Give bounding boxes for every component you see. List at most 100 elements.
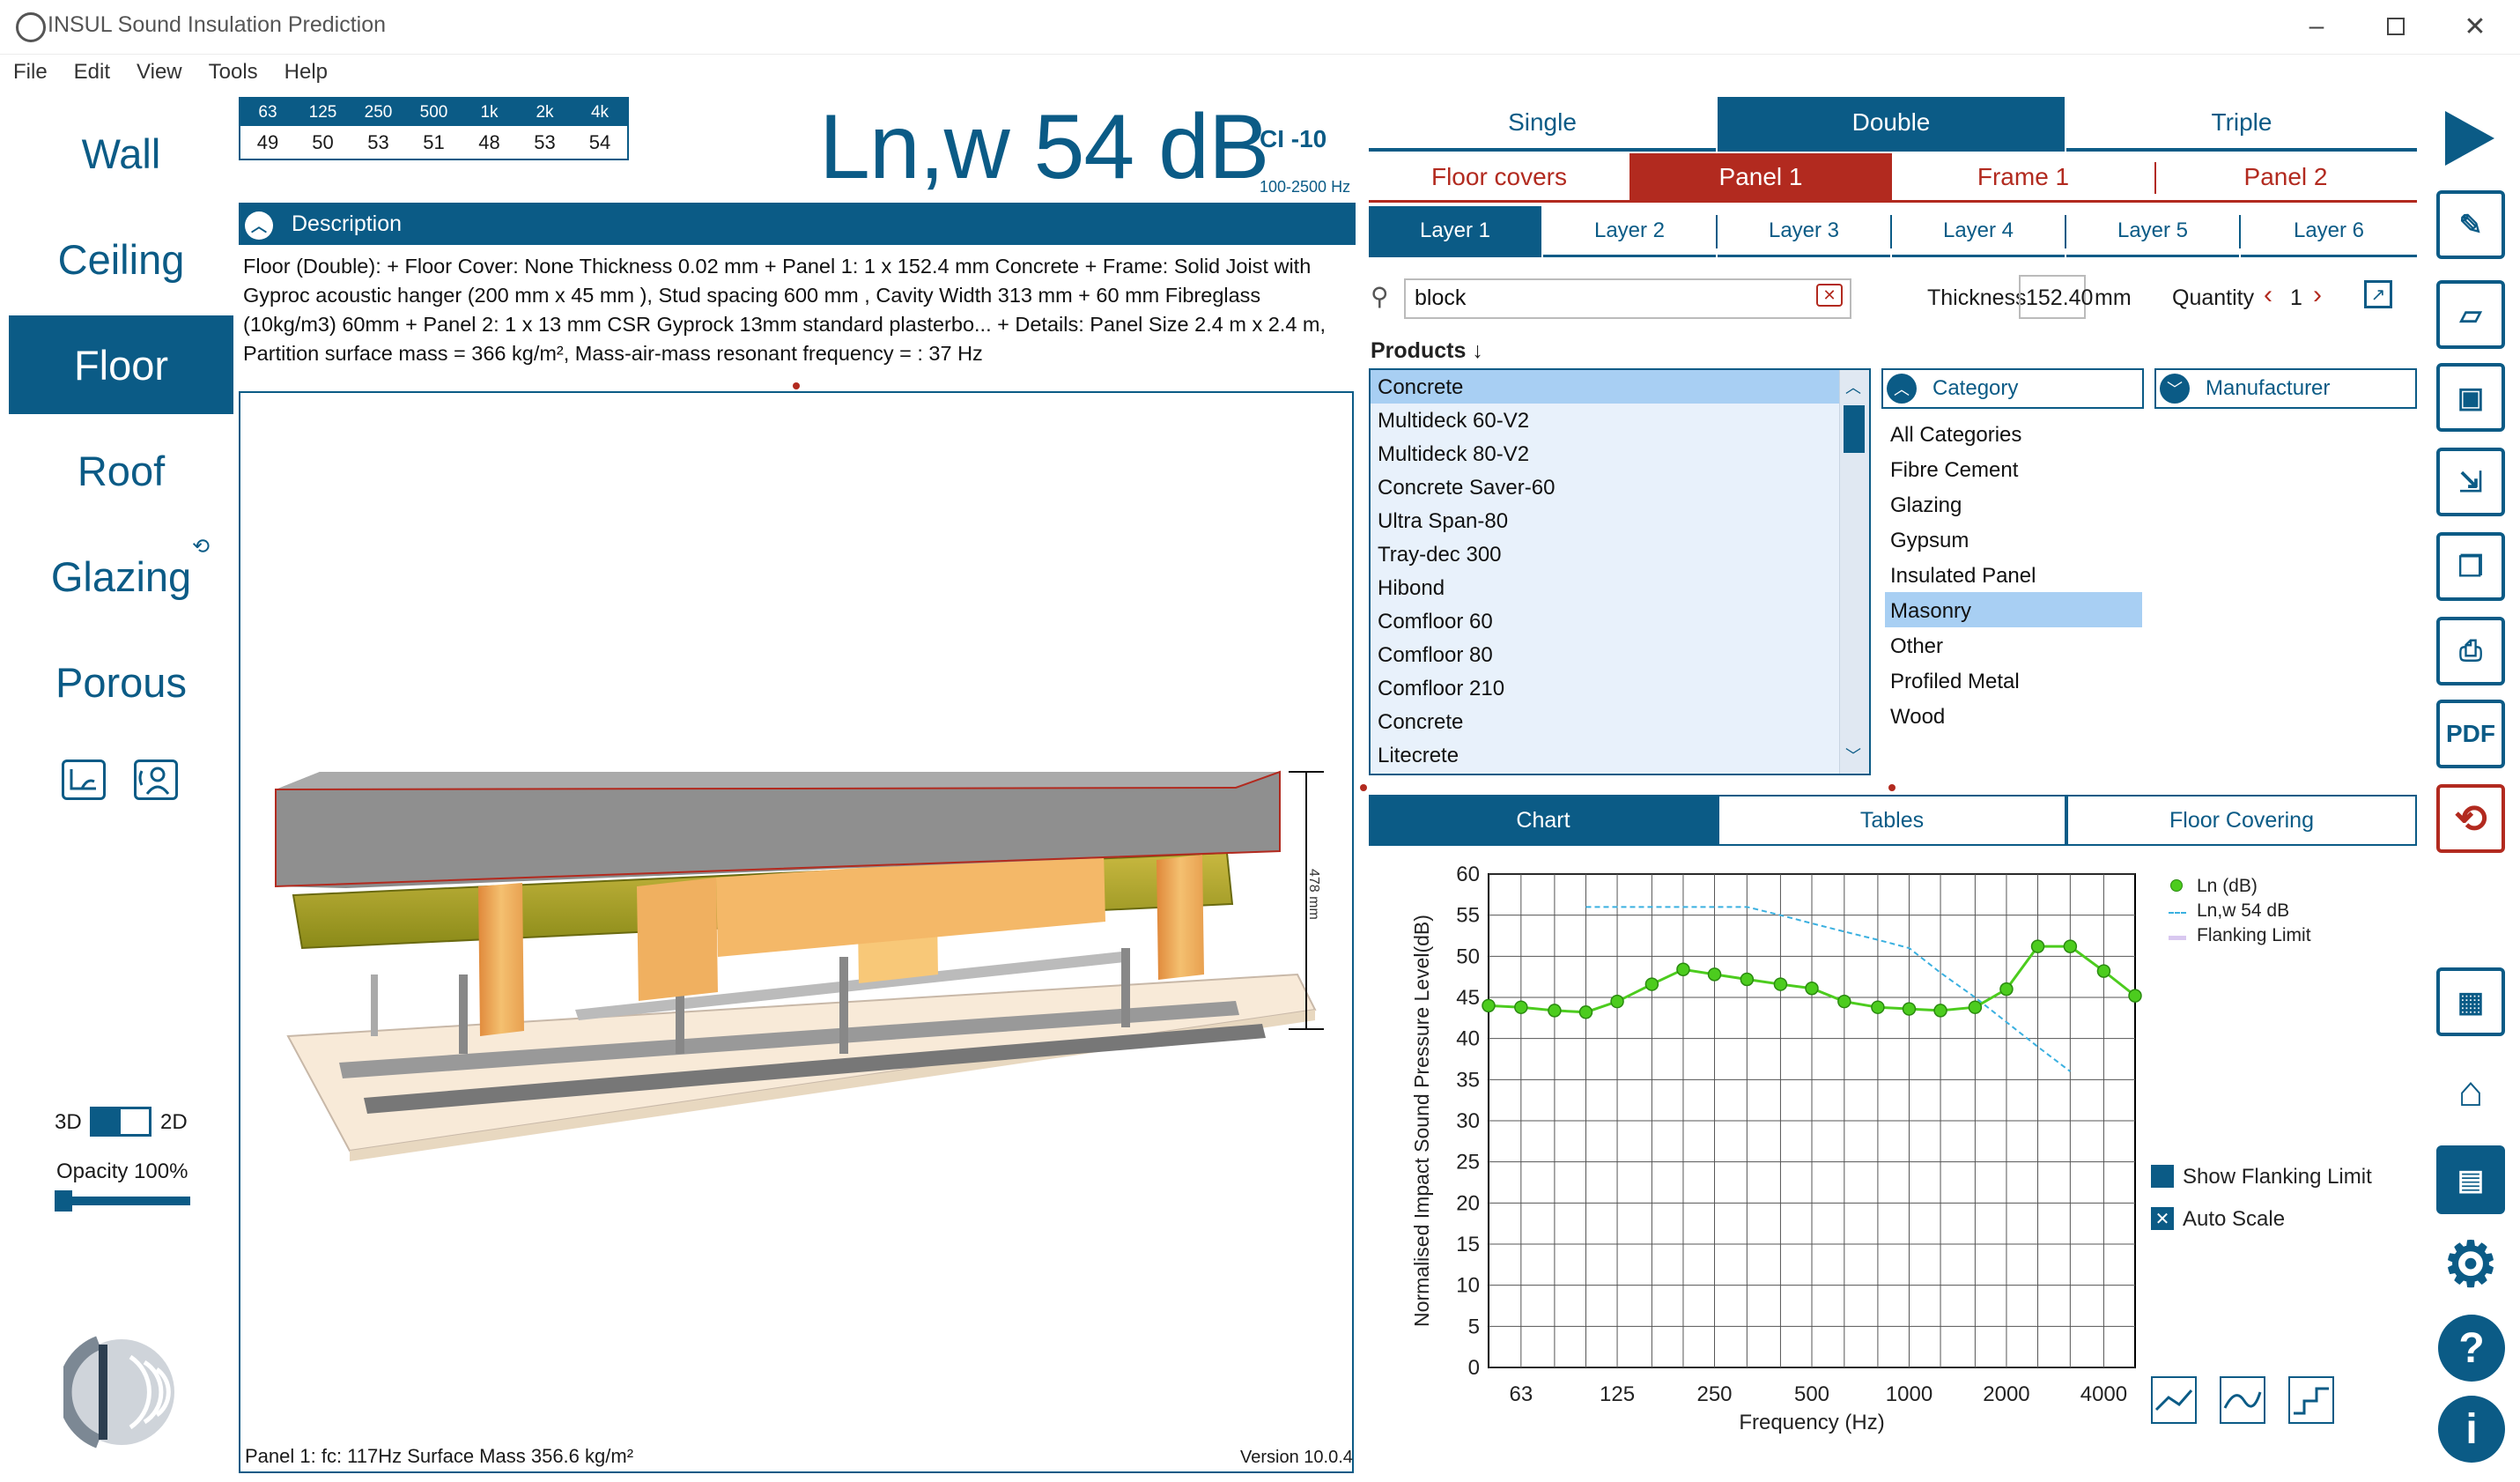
opacity-slider[interactable] (55, 1190, 190, 1212)
tab-layer-3[interactable]: Layer 3 (1718, 206, 1890, 257)
category-item[interactable]: Insulated Panel (1885, 557, 2142, 592)
view-mode-toggle[interactable] (90, 1107, 151, 1137)
chart-step-icon[interactable] (2288, 1376, 2334, 1424)
category-item[interactable]: Fibre Cement (1885, 451, 2142, 486)
maximize-icon[interactable] (2369, 7, 2422, 46)
tab-layer-5[interactable]: Layer 5 (2066, 206, 2239, 257)
products-scrollbar[interactable]: ︿ ﹀ (1839, 370, 1869, 774)
print-icon[interactable]: ⎙ (2436, 617, 2505, 685)
products-header[interactable]: Products ↓ (1371, 338, 1483, 364)
category-dropdown[interactable]: Category (1881, 368, 2144, 409)
category-item[interactable]: Wood (1885, 698, 2142, 733)
gear-icon[interactable]: ⚙ (2436, 1230, 2505, 1299)
manufacturer-dropdown[interactable]: Manufacturer (2154, 368, 2417, 409)
quantity-increase-icon[interactable]: › (2313, 280, 2322, 310)
external-link-icon[interactable]: ↗ (2364, 280, 2392, 308)
minimize-icon[interactable]: – (2290, 7, 2343, 46)
sort-down-icon[interactable]: ↓ (1472, 338, 1483, 363)
list-item[interactable]: Litecrete (1371, 738, 1869, 772)
nav-ceiling[interactable]: Ceiling (9, 210, 233, 308)
show-flanking-checkbox[interactable] (2151, 1165, 2174, 1188)
tab-double[interactable]: Double (1718, 97, 2065, 152)
menu-view[interactable]: View (123, 56, 196, 88)
copy-icon[interactable]: ❐ (2436, 532, 2505, 601)
splitter-dot[interactable] (1888, 784, 1896, 791)
products-list[interactable]: Concrete Multideck 60-V2 Multideck 80-V2… (1369, 368, 1871, 775)
tab-tables[interactable]: Tables (1718, 795, 2066, 846)
refresh-icon[interactable]: ⟲ (192, 534, 210, 559)
list-item[interactable]: Concrete Saver-60 (1371, 471, 1869, 504)
tab-floor-covers[interactable]: Floor covers (1369, 153, 1630, 203)
nav-roof[interactable]: Roof (9, 421, 233, 520)
splitter-dot[interactable] (793, 382, 800, 389)
listener-icon[interactable] (134, 760, 178, 800)
list-item[interactable]: Multideck 60-V2 (1371, 404, 1869, 437)
chevron-up-icon[interactable]: ︿ (245, 211, 273, 240)
chevron-up-icon[interactable]: ︿ (1887, 374, 1917, 404)
category-item[interactable]: Glazing (1885, 486, 2142, 522)
tab-frame-1[interactable]: Frame 1 (1892, 153, 2154, 203)
category-item-selected[interactable]: Masonry (1885, 592, 2142, 627)
open-folder-icon[interactable]: ▱ (2436, 280, 2505, 349)
close-icon[interactable]: ✕ (2449, 7, 2502, 46)
menu-help[interactable]: Help (271, 56, 341, 88)
menu-file[interactable]: File (0, 56, 61, 88)
scroll-down-icon[interactable]: ﹀ (1845, 744, 1861, 767)
list-item[interactable]: Concrete (1371, 705, 1869, 738)
nav-floor[interactable]: Floor (9, 315, 233, 414)
info-icon[interactable]: i (2438, 1396, 2505, 1463)
menu-tools[interactable]: Tools (196, 56, 271, 88)
tab-layer-6[interactable]: Layer 6 (2241, 206, 2417, 257)
opacity-slider-handle[interactable] (55, 1190, 72, 1212)
tab-panel-1[interactable]: Panel 1 (1630, 153, 1892, 203)
help-icon[interactable]: ? (2438, 1315, 2505, 1382)
export-icon[interactable]: ⇲ (2436, 448, 2505, 516)
tab-single[interactable]: Single (1369, 97, 1716, 152)
splitter-dot[interactable] (1360, 784, 1367, 791)
quantity-decrease-icon[interactable]: ‹ (2264, 280, 2272, 310)
tab-floor-covering[interactable]: Floor Covering (2066, 795, 2417, 846)
category-item[interactable]: Profiled Metal (1885, 663, 2142, 698)
list-item[interactable]: Comfloor 210 (1371, 671, 1869, 705)
thickness-input[interactable]: 152.40 (2019, 275, 2093, 319)
scroll-up-icon[interactable]: ︿ (1845, 375, 1861, 398)
list-item[interactable]: Multideck 80-V2 (1371, 437, 1869, 471)
book-icon[interactable]: ▤ (2436, 1145, 2505, 1214)
list-item[interactable]: Tray-dec 300 (1371, 537, 1869, 571)
chart-curve-icon[interactable] (2220, 1376, 2265, 1424)
tab-layer-1[interactable]: Layer 1 (1369, 206, 1541, 257)
description-header[interactable]: Description (239, 203, 1356, 245)
list-item[interactable]: Comfloor 60 (1371, 604, 1869, 638)
floor-impact-icon[interactable] (62, 760, 106, 800)
nav-wall[interactable]: Wall (9, 104, 233, 203)
list-item[interactable]: Concrete (1371, 370, 1869, 404)
auto-scale-checkbox[interactable]: ✕ (2151, 1207, 2174, 1230)
nav-porous[interactable]: Porous (9, 633, 233, 731)
list-item[interactable]: Hibond (1371, 571, 1869, 604)
construction-3d-view[interactable]: 478 mm (239, 391, 1354, 1473)
house-sound-icon[interactable]: ⌂ (2436, 1057, 2505, 1126)
scrollbar-thumb[interactable] (1844, 405, 1865, 453)
tab-chart[interactable]: Chart (1369, 795, 1718, 846)
reset-icon[interactable]: ⟲ (2436, 784, 2505, 853)
chevron-down-icon[interactable]: ﹀ (2160, 374, 2190, 404)
category-item[interactable]: Gypsum (1885, 522, 2142, 557)
chart-line-icon[interactable] (2151, 1376, 2197, 1424)
play-icon[interactable] (2440, 107, 2498, 174)
save-icon[interactable]: ▣ (2436, 363, 2505, 432)
tab-layer-2[interactable]: Layer 2 (1543, 206, 1716, 257)
list-item[interactable]: Comfloor 80 (1371, 638, 1869, 671)
pdf-icon[interactable]: PDF (2436, 700, 2505, 768)
category-item[interactable]: All Categories (1885, 416, 2142, 451)
tab-triple[interactable]: Triple (2066, 97, 2417, 152)
category-item[interactable]: Other (1885, 627, 2142, 663)
menu-edit[interactable]: Edit (61, 56, 123, 88)
quantity-value: 1 (2290, 285, 2302, 310)
clear-search-icon[interactable]: ✕ (1816, 284, 1843, 307)
list-item[interactable]: Ultra Span-80 (1371, 504, 1869, 537)
calculator-icon[interactable]: ▦ (2436, 967, 2505, 1036)
tab-layer-4[interactable]: Layer 4 (1892, 206, 2065, 257)
search-input[interactable]: block (1404, 278, 1851, 319)
edit-icon[interactable]: ✎ (2436, 190, 2505, 259)
tab-panel-2[interactable]: Panel 2 (2154, 153, 2417, 203)
